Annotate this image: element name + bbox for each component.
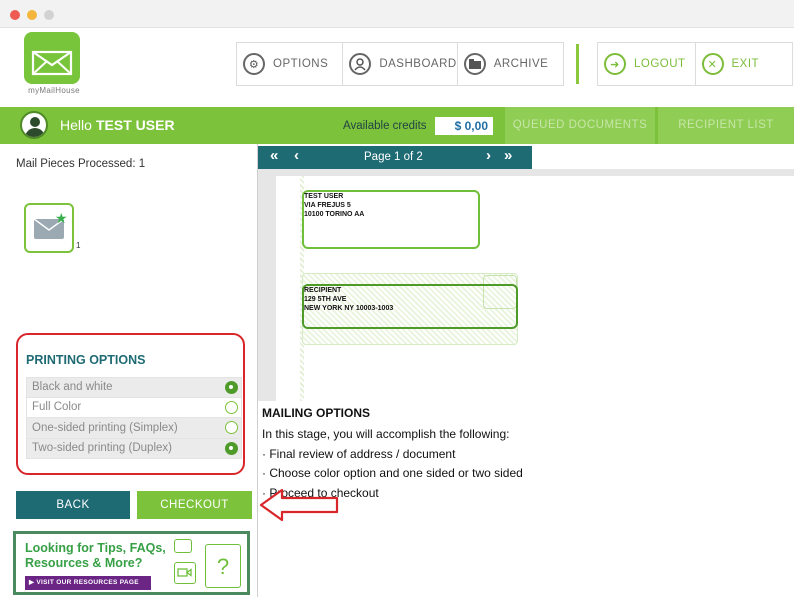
app-logo[interactable]: myMailHouse [18,32,90,98]
question-document-icon: ? [205,544,241,588]
recipient-address-line: 129 5TH AVE [304,296,347,303]
recipient-address-line: RECIPIENT [304,287,342,294]
exit-label: EXIT [731,58,760,70]
window-close-button[interactable] [10,10,20,20]
mail-piece-thumbnail[interactable]: ★ [24,203,74,253]
tab-recipient-list[interactable]: RECIPIENT LIST [658,107,794,144]
avatar [20,111,48,139]
option-simplex[interactable]: One-sided printing (Simplex) [26,418,242,439]
option-label: Two-sided printing (Duplex) [32,442,172,455]
option-label: Full Color [32,401,82,414]
radio-selected-icon[interactable] [225,381,238,394]
resources-promo-banner[interactable]: Looking for Tips, FAQs, Resources & More… [13,531,250,595]
mailing-options-intro: In this stage, you will accomplish the f… [262,427,510,441]
sender-address-line: TEST USER [304,193,344,200]
dashboard-button[interactable]: DASHBOARD [343,43,458,85]
close-circle-icon: ✕ [701,53,724,75]
previous-page-button[interactable]: ‹ [294,147,299,164]
red-arrow-annotation-icon [259,488,339,522]
logout-arrow-icon: ➜ [604,53,626,75]
promo-headline: Looking for Tips, FAQs, [25,541,166,555]
radio-selected-icon[interactable] [225,441,238,455]
logo-text: myMailHouse [28,86,80,95]
star-icon: ★ [55,210,68,226]
options-button[interactable]: ⚙ OPTIONS [237,43,344,85]
next-page-button[interactable]: › [486,147,491,164]
logo-envelope-icon [24,32,80,84]
dashboard-label: DASHBOARD [379,58,457,70]
logout-label: LOGOUT [634,58,686,70]
window-titlebar [0,0,794,28]
window-zoom-button[interactable] [44,10,54,20]
mailing-step: · Choose color option and one sided or t… [262,466,523,480]
visit-resources-button[interactable]: ▶ VISIT OUR RESOURCES PAGE [25,576,151,590]
option-duplex[interactable]: Two-sided printing (Duplex) [26,438,242,459]
user-icon [349,53,372,75]
avatar-head [30,117,40,127]
logout-button[interactable]: ➜ LOGOUT [598,43,696,85]
page-navigator: « ‹ Page 1 of 2 › » [258,146,532,169]
option-black-and-white[interactable]: Black and white [26,377,242,398]
exit-button[interactable]: ✕ EXIT [696,43,793,85]
printing-options-list: Black and white Full Color One-sided pri… [26,377,242,459]
sender-address-line: 10100 TORINO AA [304,211,365,218]
mail-piece-count: 1 [76,241,81,250]
radio-unselected-icon[interactable] [225,421,238,434]
session-nav: ➜ LOGOUT ✕ EXIT [597,42,793,86]
gear-icon: ⚙ [243,53,265,75]
avatar-body [25,128,45,137]
sender-address-line: VIA FREJUS 5 [304,202,351,209]
checkout-button[interactable]: CHECKOUT [137,491,252,519]
mailing-options-title: MAILING OPTIONS [262,406,370,420]
option-label: Black and white [32,381,113,394]
option-label: One-sided printing (Simplex) [32,421,178,434]
archive-icon [463,53,486,75]
video-icon [174,562,196,584]
header-divider [576,44,579,84]
radio-unselected-icon[interactable] [225,400,238,414]
archive-label: ARCHIVE [493,58,549,70]
options-label: OPTIONS [273,58,329,70]
user-bar: Hello TEST USER Available credits $ 0,00… [0,107,794,144]
credits-label: Available credits [343,120,427,132]
window-minimize-button[interactable] [27,10,37,20]
mail-pieces-processed: Mail Pieces Processed: 1 [16,158,146,170]
option-full-color[interactable]: Full Color [26,397,242,418]
recipient-address-line: NEW YORK NY 10003-1003 [304,305,394,312]
back-button[interactable]: BACK [16,491,130,519]
first-page-button[interactable]: « [270,147,278,164]
username: TEST USER [96,117,175,133]
document-page: TEST USER VIA FREJUS 5 10100 TORINO AA R… [276,176,794,401]
chat-bubble-icon [174,539,192,553]
page-indicator: Page 1 of 2 [364,151,423,163]
greeting: Hello [60,117,92,133]
credits-value: $ 0,00 [435,117,493,135]
archive-button[interactable]: ARCHIVE [458,43,563,85]
main-nav: ⚙ OPTIONS DASHBOARD ARCHIVE [236,42,564,86]
promo-subheadline: Resources & More? [25,556,143,570]
tab-queued-documents[interactable]: QUEUED DOCUMENTS [505,107,655,144]
mailing-step: · Final review of address / document [262,447,456,461]
printing-options-title: PRINTING OPTIONS [26,353,146,367]
last-page-button[interactable]: » [504,147,512,164]
document-preview[interactable]: TEST USER VIA FREJUS 5 10100 TORINO AA R… [258,169,794,401]
